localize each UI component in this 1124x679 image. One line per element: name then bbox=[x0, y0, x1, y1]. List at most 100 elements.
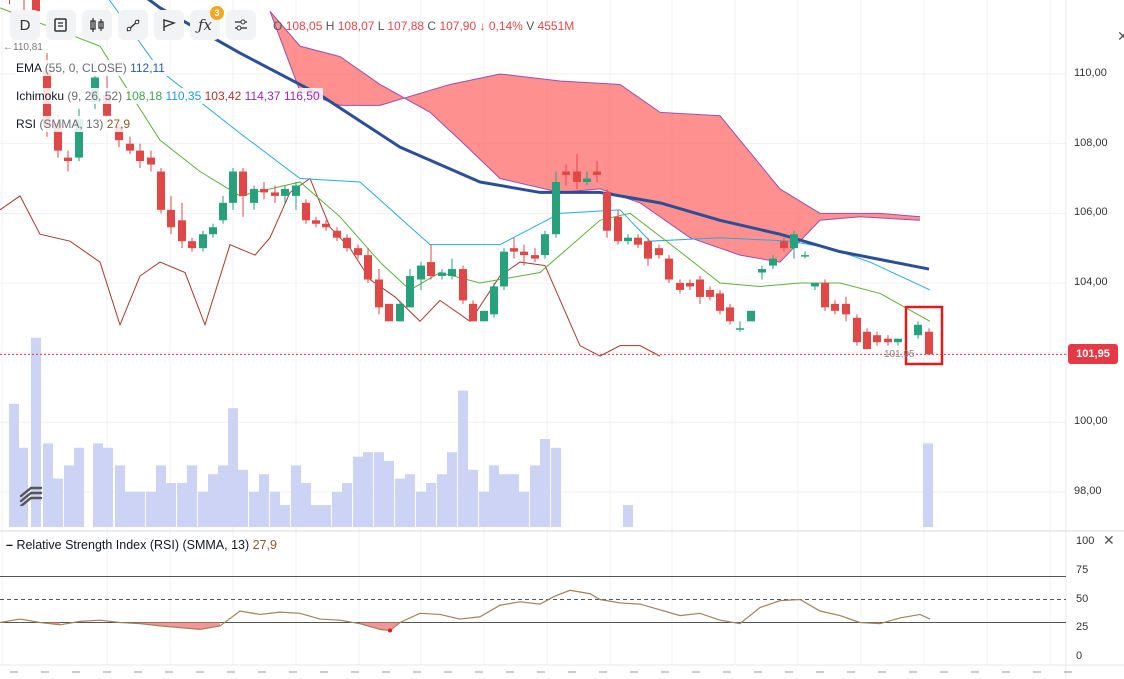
candle-body bbox=[510, 248, 518, 252]
candlestick-icon bbox=[90, 18, 104, 32]
candle-body bbox=[199, 234, 207, 249]
volume-bar bbox=[540, 439, 550, 527]
draw-tool-button[interactable] bbox=[118, 10, 148, 40]
settings-button[interactable] bbox=[226, 10, 256, 40]
candle-body bbox=[531, 255, 539, 259]
rsi-line bbox=[0, 589, 931, 632]
sliders-icon bbox=[235, 19, 247, 31]
logo-icon bbox=[19, 486, 43, 508]
candle-body bbox=[614, 216, 622, 242]
volume-bar bbox=[426, 483, 436, 527]
high-label: H bbox=[325, 19, 335, 33]
candle-body bbox=[644, 241, 652, 259]
volume-bar bbox=[228, 408, 238, 527]
volume-bar bbox=[238, 469, 248, 527]
candle-body bbox=[894, 338, 902, 343]
chart-type-button[interactable] bbox=[46, 10, 76, 40]
candle-body bbox=[448, 269, 456, 277]
ichimoku-value-5: 116,50 bbox=[283, 89, 320, 103]
legend-ema[interactable]: EMA (55, 0, CLOSE) 112,11 bbox=[16, 60, 168, 76]
interval-button[interactable]: D bbox=[10, 10, 40, 40]
chikou-span-line bbox=[0, 177, 661, 357]
volume-bar bbox=[259, 474, 269, 527]
volume-bar bbox=[405, 474, 415, 527]
volume-bar bbox=[187, 465, 197, 527]
price-axis-tick: 100,00 bbox=[1074, 415, 1108, 428]
volume-bar bbox=[43, 443, 53, 527]
volume-bar bbox=[384, 461, 394, 527]
volume-bar bbox=[353, 456, 363, 527]
volume-bar bbox=[291, 465, 301, 527]
candle-body bbox=[167, 209, 175, 228]
volume-bar bbox=[519, 491, 529, 527]
candle-body bbox=[333, 230, 341, 238]
last-price-tag: 101,95 bbox=[1068, 344, 1118, 364]
indicators-count-badge: 3 bbox=[210, 6, 224, 20]
candle-body bbox=[281, 188, 289, 196]
volume-bar bbox=[135, 491, 145, 527]
candle-body bbox=[520, 251, 528, 256]
candle-body bbox=[188, 241, 196, 249]
close-icon[interactable]: ✕ bbox=[1117, 28, 1124, 45]
candle-body bbox=[490, 286, 498, 315]
ema-name: EMA bbox=[16, 61, 42, 75]
candle-body bbox=[469, 303, 477, 322]
candle-body bbox=[624, 237, 632, 242]
volume-bar bbox=[416, 491, 426, 527]
candle-body bbox=[758, 269, 766, 273]
volume-bar bbox=[64, 465, 74, 527]
volume-bar bbox=[301, 483, 311, 527]
candle-body bbox=[178, 220, 186, 242]
ichimoku-value-1: 108,18 bbox=[125, 89, 163, 103]
candle-body bbox=[417, 265, 425, 280]
candle-body bbox=[126, 143, 134, 151]
candle-body bbox=[593, 171, 601, 176]
candle-body bbox=[747, 310, 755, 322]
candle-body bbox=[811, 282, 819, 287]
candle-body bbox=[500, 251, 508, 287]
candle-body bbox=[147, 157, 155, 165]
candle-body bbox=[726, 307, 734, 322]
candle-body bbox=[873, 335, 881, 343]
legend-rsi[interactable]: RSI (SMMA, 13) 27,9 bbox=[16, 116, 134, 132]
close-value: 107,90 bbox=[439, 19, 477, 33]
rsi-title-value: 27,9 bbox=[252, 538, 277, 552]
candle-body bbox=[312, 220, 320, 224]
collapse-dash-icon[interactable]: – bbox=[6, 538, 13, 552]
candle-body bbox=[480, 310, 488, 322]
candle-body bbox=[396, 303, 404, 322]
low-label: L bbox=[377, 19, 385, 33]
volume-bar bbox=[218, 465, 228, 527]
candle-body bbox=[239, 171, 247, 196]
candle-body bbox=[821, 282, 829, 308]
candle-body bbox=[260, 188, 268, 193]
volume-bar bbox=[53, 478, 63, 527]
volume-bar bbox=[177, 483, 187, 527]
rsi-close-icon[interactable]: ✕ bbox=[1103, 532, 1115, 549]
open-value: 108,05 bbox=[285, 19, 323, 33]
volume-bar bbox=[270, 491, 280, 527]
candles-button[interactable] bbox=[82, 10, 112, 40]
open-label: O bbox=[273, 19, 283, 33]
volume-bar bbox=[374, 452, 384, 527]
candle-body bbox=[790, 234, 798, 249]
previous-value-label: ←110,81 bbox=[3, 42, 43, 53]
volume-bar bbox=[166, 483, 176, 527]
candle-body bbox=[736, 328, 744, 330]
volume-bar bbox=[468, 469, 478, 527]
candle-body bbox=[676, 282, 684, 290]
indicator-lines bbox=[0, 0, 931, 357]
volume-bar bbox=[551, 447, 561, 527]
candle-body bbox=[583, 178, 591, 182]
volume-bar bbox=[458, 390, 468, 527]
volume-bar bbox=[280, 505, 290, 527]
draw-line-icon bbox=[126, 19, 140, 32]
ema-value: 112,11 bbox=[130, 61, 165, 75]
candle-body bbox=[219, 202, 227, 221]
annotation-button[interactable] bbox=[154, 10, 184, 40]
legend-ichimoku[interactable]: Ichimoku (9, 26, 52) 108,18 110,35 103,4… bbox=[16, 88, 323, 104]
candle-body bbox=[706, 289, 714, 297]
ichimoku-value-4: 114,37 bbox=[244, 89, 281, 103]
candle-body bbox=[634, 237, 642, 245]
close-label: C bbox=[427, 19, 437, 33]
